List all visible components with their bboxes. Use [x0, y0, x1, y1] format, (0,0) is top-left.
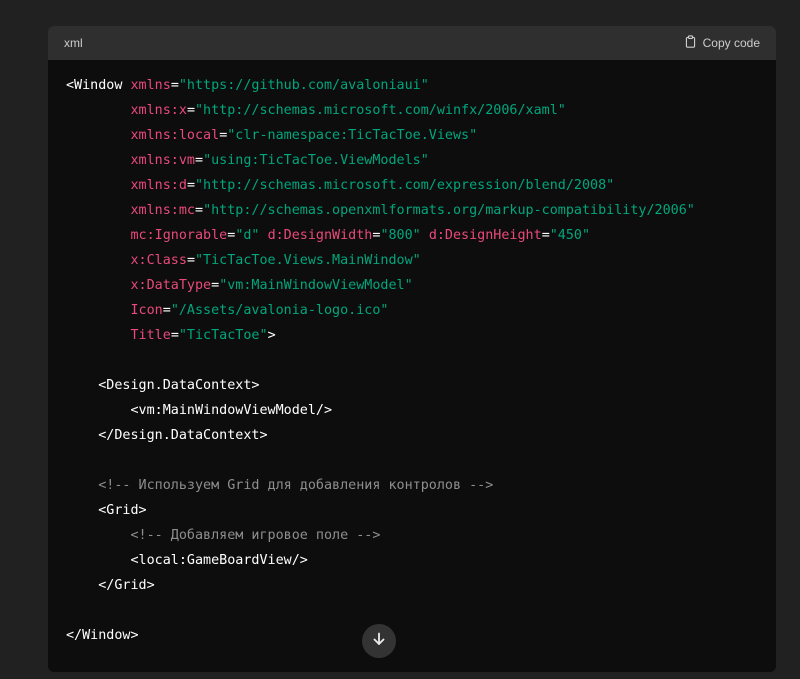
- code-block: xml Copy code <Window xmlns="https://git…: [48, 26, 776, 672]
- code-token-punct: =: [186, 178, 195, 193]
- code-token-attr: xmlns: [130, 78, 171, 93]
- code-line: <!-- Добавляем игровое поле -->: [66, 523, 776, 548]
- clipboard-icon: [684, 35, 697, 51]
- code-token-punct: =: [211, 278, 220, 293]
- code-token-tag: [66, 178, 131, 193]
- code-line: xmlns:local="clr-namespace:TicTacToe.Vie…: [66, 123, 776, 148]
- code-token-attr: d:DesignWidth: [267, 228, 373, 243]
- code-line: xmlns:x="http://schemas.microsoft.com/wi…: [66, 98, 776, 123]
- code-token-punct: =: [170, 78, 179, 93]
- code-token-attr: mc:Ignorable: [130, 228, 228, 243]
- code-token-tag: <Design.DataContext>: [66, 378, 260, 393]
- code-token-str: "TicTacToe": [178, 328, 268, 343]
- arrow-down-icon: [371, 631, 387, 652]
- code-line: <local:GameBoardView/>: [66, 548, 776, 573]
- code-token-tag: <local:GameBoardView/>: [66, 553, 308, 568]
- code-token-attr: Icon: [130, 303, 163, 318]
- code-token-tag: [66, 328, 131, 343]
- code-line: Icon="/Assets/avalonia-logo.ico": [66, 298, 776, 323]
- code-line: x:DataType="vm:MainWindowViewModel": [66, 273, 776, 298]
- code-token-comment: <!-- Используем Grid для добавления конт…: [66, 478, 494, 493]
- code-line: x:Class="TicTacToe.Views.MainWindow": [66, 248, 776, 273]
- code-line: Title="TicTacToe">: [66, 323, 776, 348]
- code-token-tag: [66, 103, 131, 118]
- code-token-tag: [66, 128, 131, 143]
- code-token-attr: x:DataType: [130, 278, 212, 293]
- code-token-str: "http://schemas.microsoft.com/winfx/2006…: [195, 103, 566, 118]
- code-token-attr: Title: [130, 328, 171, 343]
- code-line: <Window xmlns="https://github.com/avalon…: [66, 73, 776, 98]
- scroll-to-bottom-button[interactable]: [362, 624, 396, 658]
- code-line: xmlns:d="http://schemas.microsoft.com/ex…: [66, 173, 776, 198]
- code-token-attr: xmlns:d: [130, 178, 187, 193]
- code-token-tag: [260, 228, 268, 243]
- code-token-tag: </Window>: [66, 628, 139, 643]
- code-token-punct: =: [186, 253, 195, 268]
- code-token-attr: xmlns:vm: [130, 153, 196, 168]
- code-token-str: "using:TicTacToe.ViewModels": [203, 153, 429, 168]
- code-token-str: "d": [235, 228, 260, 243]
- code-token-punct: =: [186, 103, 195, 118]
- code-token-tag: [421, 228, 429, 243]
- code-token-str: "vm:MainWindowViewModel": [219, 278, 413, 293]
- code-token-str: "http://schemas.microsoft.com/expression…: [195, 178, 615, 193]
- code-token-tag: <Grid>: [66, 503, 147, 518]
- code-token-punct: =: [162, 303, 171, 318]
- code-token-attr: xmlns:x: [130, 103, 187, 118]
- code-token-punct: =: [195, 153, 204, 168]
- code-token-str: "TicTacToe.Views.MainWindow": [195, 253, 421, 268]
- code-line: <vm:MainWindowViewModel/>: [66, 398, 776, 423]
- code-token-attr: d:DesignHeight: [428, 228, 542, 243]
- code-token-attr: xmlns:mc: [130, 203, 196, 218]
- code-token-str: "/Assets/avalonia-logo.ico": [170, 303, 389, 318]
- code-token-punct: =: [170, 328, 179, 343]
- code-token-str: "https://github.com/avaloniaui": [178, 78, 429, 93]
- code-content[interactable]: <Window xmlns="https://github.com/avalon…: [48, 60, 776, 648]
- code-token-attr: x:Class: [130, 253, 187, 268]
- code-line: </Design.DataContext>: [66, 423, 776, 448]
- code-line: mc:Ignorable="d" d:DesignWidth="800" d:D…: [66, 223, 776, 248]
- code-token-tag: [66, 153, 131, 168]
- code-token-punct: =: [195, 203, 204, 218]
- code-line: xmlns:vm="using:TicTacToe.ViewModels": [66, 148, 776, 173]
- code-token-str: "clr-namespace:TicTacToe.Views": [227, 128, 478, 143]
- code-token-str: "800": [380, 228, 421, 243]
- code-token-tag: [66, 278, 131, 293]
- code-line: <!-- Используем Grid для добавления конт…: [66, 473, 776, 498]
- code-token-tag: [66, 203, 131, 218]
- code-language-label: xml: [64, 36, 83, 50]
- code-token-str: "450": [549, 228, 591, 243]
- code-token-tag: <Window: [66, 78, 131, 93]
- copy-code-button[interactable]: Copy code: [684, 35, 760, 51]
- code-token-tag: [66, 253, 131, 268]
- code-line: xmlns:mc="http://schemas.openxmlformats.…: [66, 198, 776, 223]
- code-token-tag: </Design.DataContext>: [66, 428, 268, 443]
- code-token-str: "http://schemas.openxmlformats.org/marku…: [203, 203, 695, 218]
- code-line: </Grid>: [66, 573, 776, 598]
- code-line: <Design.DataContext>: [66, 373, 776, 398]
- code-token-tag: [66, 303, 131, 318]
- code-block-header: xml Copy code: [48, 26, 776, 60]
- code-line: <Grid>: [66, 498, 776, 523]
- code-token-tag: >: [267, 328, 276, 343]
- code-token-tag: <vm:MainWindowViewModel/>: [66, 403, 333, 418]
- code-token-tag: </Grid>: [66, 578, 155, 593]
- code-token-tag: [66, 228, 131, 243]
- code-token-attr: xmlns:local: [130, 128, 220, 143]
- code-token-comment: <!-- Добавляем игровое поле -->: [66, 528, 381, 543]
- code-token-punct: =: [541, 228, 550, 243]
- code-line: </Window>: [66, 623, 776, 648]
- copy-code-label: Copy code: [702, 36, 760, 50]
